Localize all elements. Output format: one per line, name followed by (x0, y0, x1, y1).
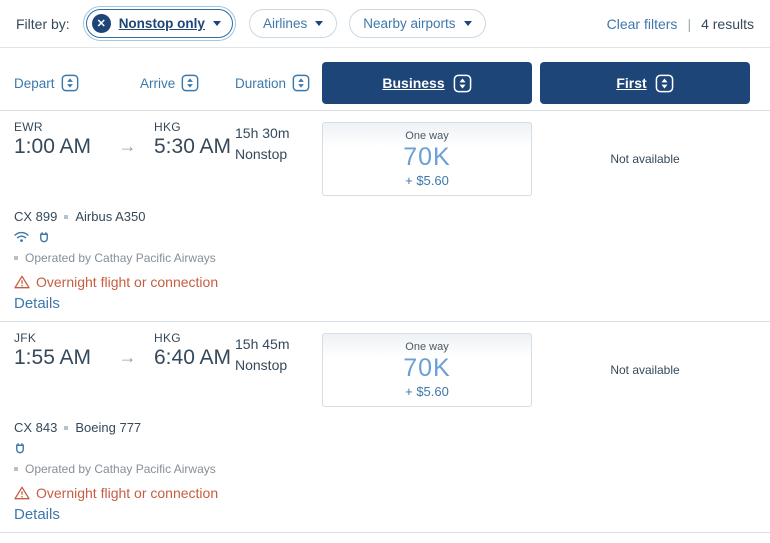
sort-icon (61, 74, 79, 92)
sort-depart[interactable]: Depart (14, 62, 140, 92)
sort-business-column[interactable]: Business (322, 62, 532, 104)
fare-type: One way (405, 341, 449, 353)
aircraft-type: Airbus A350 (75, 209, 146, 224)
separator: | (687, 15, 692, 32)
sort-first-column[interactable]: First (540, 62, 750, 104)
beverage-icon (14, 442, 26, 455)
sort-icon (453, 74, 472, 93)
filter-bar: Filter by: ✕ Nonstop only Airlines Nearb… (0, 0, 770, 48)
flight-row: EWR 1:00 AM → HKG 5:30 AM 15h 30m Nonsto… (0, 111, 770, 322)
filter-nearby-airports[interactable]: Nearby airports (349, 9, 486, 38)
fare-taxes: + $5.60 (405, 173, 449, 188)
warning-triangle-icon (14, 486, 30, 500)
arrow-right-icon: → (118, 136, 137, 156)
flight-duration: 15h 30m (235, 125, 290, 141)
separator-dot (64, 425, 69, 430)
business-fare-card[interactable]: One way 70K + $5.60 (322, 122, 532, 196)
x-circle-icon[interactable]: ✕ (91, 14, 111, 33)
warning-text: Overnight flight or connection (36, 485, 219, 501)
filter-by-label: Filter by: (16, 15, 70, 32)
flight-number: CX 843 (14, 420, 58, 435)
arrive-time: 6:40 AM (154, 346, 232, 369)
chevron-down-icon (315, 21, 324, 26)
operated-by-text: Operated by Cathay Pacific Airways (25, 251, 216, 265)
first-fare-unavailable: Not available (610, 363, 680, 377)
sort-icon (181, 74, 199, 92)
flight-number: CX 899 (14, 209, 58, 224)
fare-miles: 70K (403, 354, 451, 382)
filter-airlines-label: Airlines (262, 16, 308, 31)
filter-nearby-airports-label: Nearby airports (363, 16, 456, 31)
business-column-label: Business (382, 75, 445, 91)
sort-arrive[interactable]: Arrive (140, 62, 235, 92)
destination-code: HKG (154, 331, 181, 345)
fare-type: One way (405, 130, 449, 142)
beverage-icon (38, 231, 50, 244)
sort-icon (292, 74, 310, 92)
results-count: 4 results (701, 15, 754, 32)
arrive-column-label: Arrive (140, 75, 176, 91)
operated-by-text: Operated by Cathay Pacific Airways (25, 462, 216, 476)
flight-stops: Nonstop (235, 146, 288, 162)
flight-stops: Nonstop (235, 357, 288, 373)
fare-taxes: + $5.60 (405, 384, 449, 399)
chevron-down-icon (463, 21, 472, 26)
sort-duration[interactable]: Duration (235, 62, 322, 92)
separator-dot (64, 214, 69, 219)
flight-duration: 15h 45m (235, 336, 290, 352)
depart-time: 1:55 AM (14, 346, 92, 369)
warning-triangle-icon (14, 275, 30, 289)
fare-miles: 70K (403, 143, 451, 171)
wifi-icon (14, 231, 29, 243)
depart-column-label: Depart (14, 75, 55, 91)
sort-icon (655, 74, 674, 93)
clear-filters-link[interactable]: Clear filters (607, 16, 678, 32)
aircraft-type: Boeing 777 (75, 420, 142, 435)
bullet (14, 256, 18, 260)
warning-text: Overnight flight or connection (36, 274, 219, 290)
first-column-label: First (616, 75, 647, 91)
chevron-down-icon (212, 21, 221, 26)
origin-code: JFK (14, 331, 37, 345)
duration-column-label: Duration (235, 75, 287, 91)
bullet (14, 467, 18, 471)
arrive-time: 5:30 AM (154, 135, 232, 158)
flight-row: JFK 9:00 AM → HKG 2:15 PM 16h 15m Nonsto… (0, 533, 770, 543)
arrow-right-icon: → (118, 347, 137, 367)
filter-nonstop-only[interactable]: ✕ Nonstop only (82, 6, 236, 41)
business-fare-card[interactable]: One way 70K + $5.60 (322, 333, 532, 407)
filter-nonstop-label: Nonstop only (118, 16, 205, 31)
details-link[interactable]: Details (14, 295, 60, 312)
flight-row: JFK 1:55 AM → HKG 6:40 AM 15h 45m Nonsto… (0, 322, 770, 533)
results-table-header: Depart Arrive Duration Business First (0, 48, 770, 104)
destination-code: HKG (154, 120, 181, 134)
filter-airlines[interactable]: Airlines (248, 9, 338, 38)
origin-code: EWR (14, 120, 43, 134)
first-fare-unavailable: Not available (610, 152, 680, 166)
depart-time: 1:00 AM (14, 135, 92, 158)
details-link[interactable]: Details (14, 506, 60, 523)
